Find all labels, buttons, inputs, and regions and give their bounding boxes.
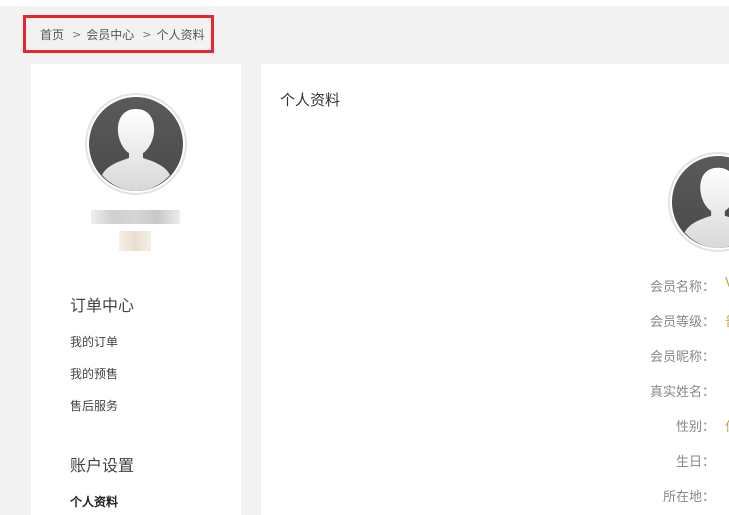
breadcrumb-member-center[interactable]: 会员中心 [86,26,134,43]
page-title: 个人资料 [280,91,341,109]
label-member-name: 会员名称： [650,280,716,295]
menu-item-my-orders[interactable]: 我的订单 [70,333,118,350]
menu-section-order-center: 订单中心 [70,296,135,315]
breadcrumb-current: 个人资料 [156,27,205,42]
main-panel: 个人资料 会员名称： V 会员等级： 普 会员昵称： 真实姓名： 性别： 保 生… [261,64,729,515]
blurred-username [91,210,180,224]
default-user-silhouette-icon [89,97,183,191]
value-member-name: V [725,276,729,291]
chevron-right-icon: > [72,27,82,41]
menu-item-after-sales[interactable]: 售后服务 [70,397,118,414]
label-gender: 性别： [676,420,716,435]
chevron-right-icon: > [142,27,152,41]
breadcrumb-home[interactable]: 首页 [40,26,64,43]
blurred-user-level [119,231,151,251]
menu-item-my-presales[interactable]: 我的预售 [70,365,118,382]
label-birthday: 生日： [676,455,716,470]
menu-item-profile[interactable]: 个人资料 [70,493,118,510]
profile-avatar[interactable] [668,152,729,252]
label-location: 所在地： [663,490,716,505]
value-member-level: 普 [725,311,729,330]
label-nickname: 会员昵称： [650,350,716,365]
value-gender[interactable]: 保 [725,416,729,435]
breadcrumb: 首页 > 会员中心 > 个人资料 [23,15,214,53]
default-user-silhouette-icon [671,155,729,249]
avatar[interactable] [85,93,187,195]
menu-section-account-settings: 账户设置 [70,456,135,475]
label-real-name: 真实姓名： [650,385,716,400]
label-member-level: 会员等级： [650,315,716,330]
sidebar: 订单中心 我的订单 我的预售 售后服务 账户设置 个人资料 [31,64,241,515]
page: 首页 > 会员中心 > 个人资料 订单中心 我的订单 我的预售 售后服务 账户设… [0,0,729,515]
